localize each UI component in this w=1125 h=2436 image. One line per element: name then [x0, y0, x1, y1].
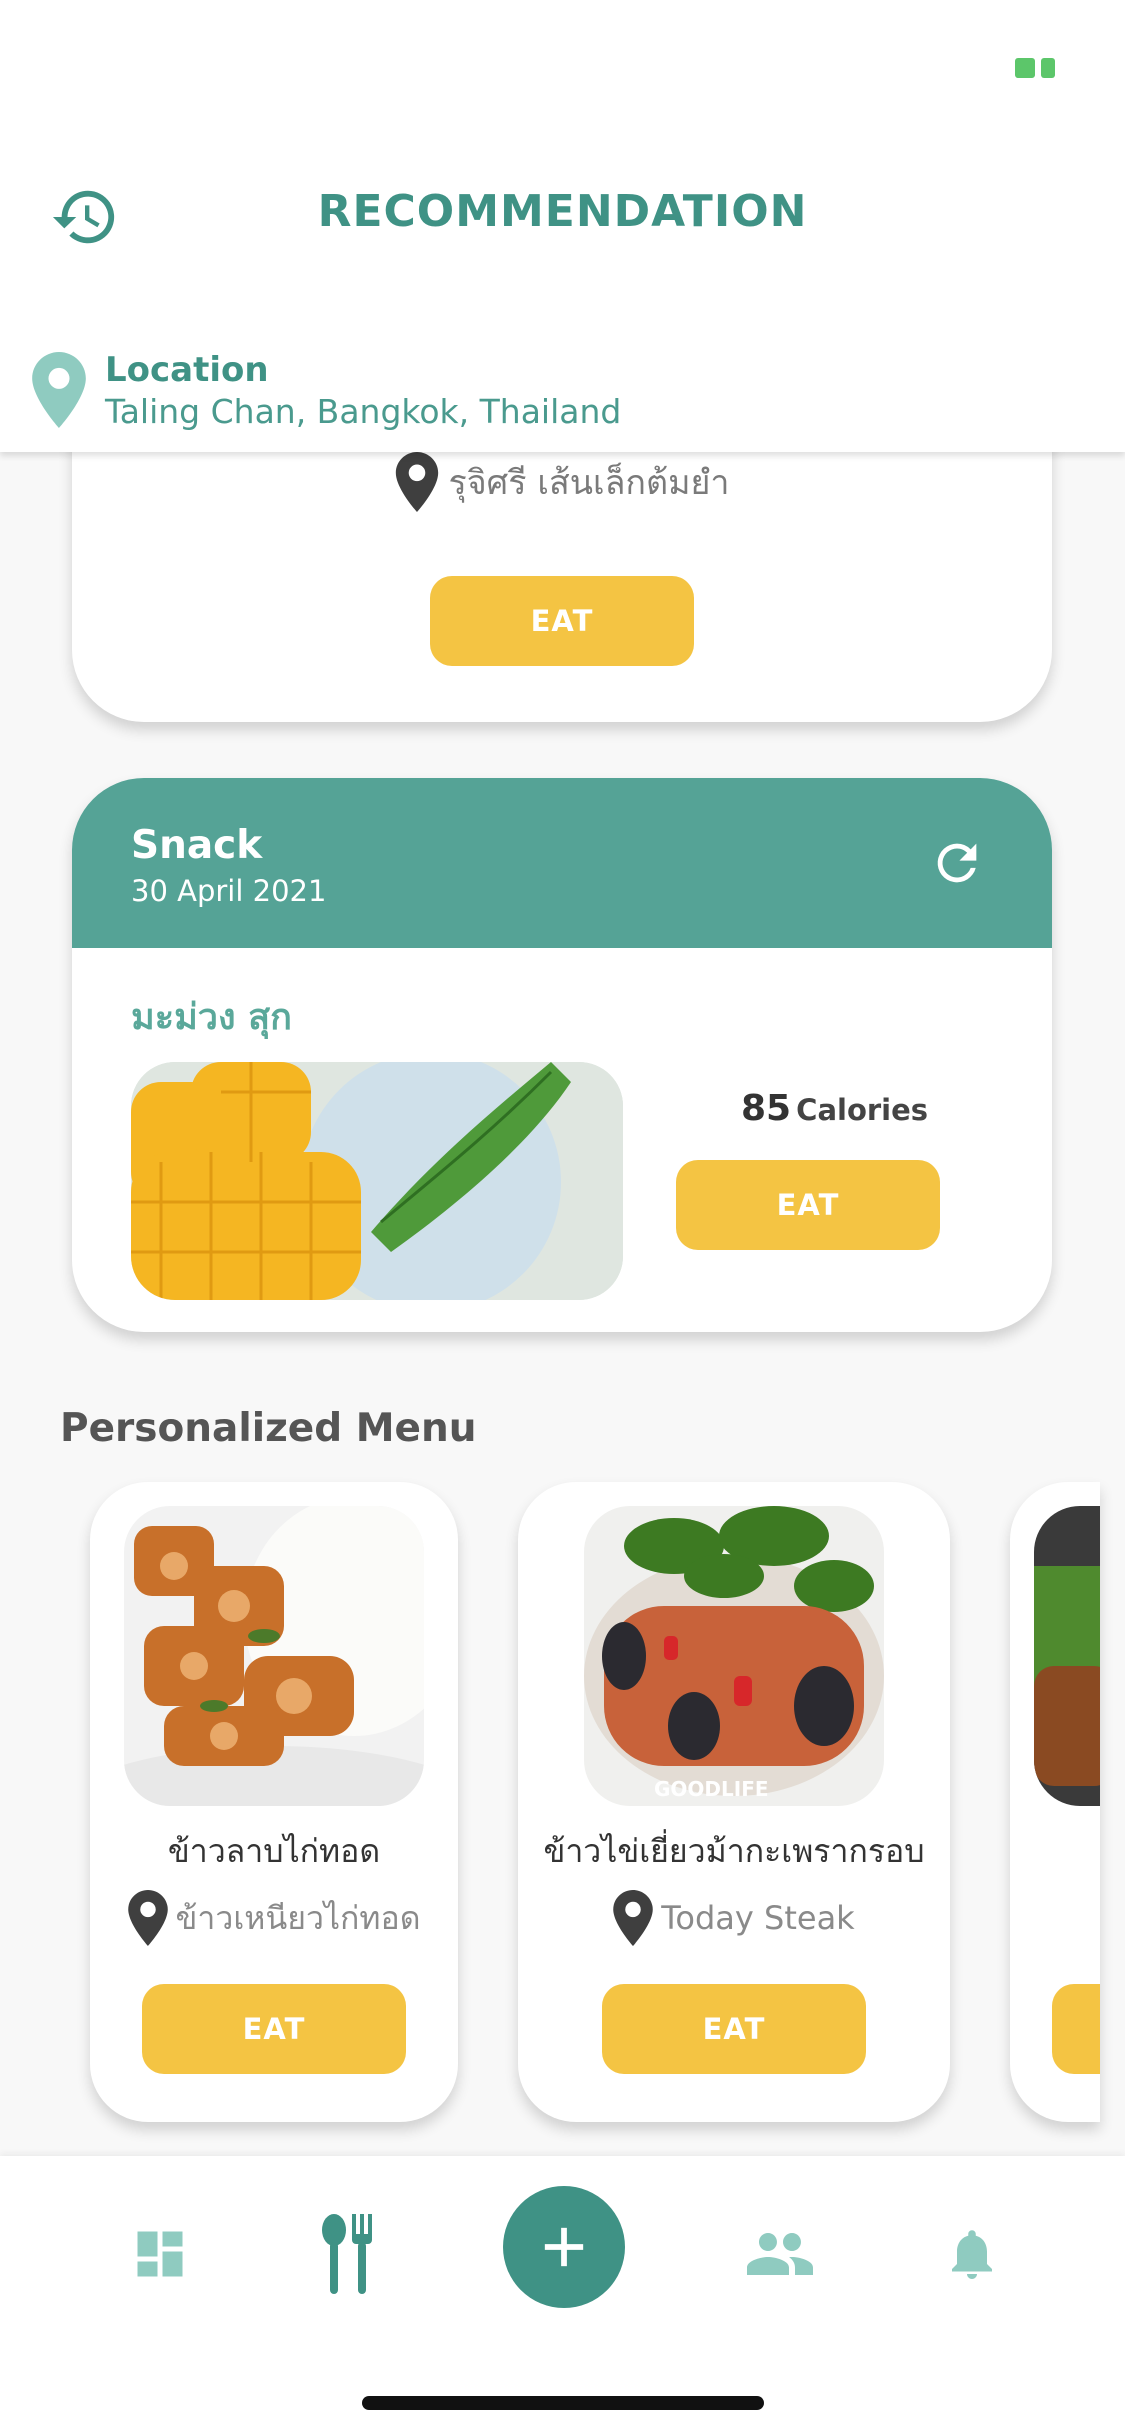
- header: RECOMMENDATION Location Taling Chan, Ban…: [0, 0, 1125, 452]
- section-title: Personalized Menu: [60, 1406, 477, 1451]
- menu-place-name: Today Steak: [661, 1899, 855, 1937]
- food-image: GOODLIFE: [584, 1506, 884, 1806]
- mango-image: [131, 1062, 623, 1300]
- home-indicator: [362, 2396, 764, 2410]
- add-icon: [544, 2227, 584, 2267]
- calories-value: 85: [740, 1088, 792, 1129]
- restaurant-name: รุจิศรี เส้นเล็กต้มยำ: [448, 463, 730, 503]
- calories-display: 85 Calories: [712, 1088, 957, 1129]
- food-image: [1034, 1506, 1100, 1806]
- eat-button[interactable]: EAT: [676, 1160, 940, 1250]
- food-image: [124, 1506, 424, 1806]
- add-button[interactable]: [503, 2186, 625, 2308]
- menu-card[interactable]: GOODLIFE ข้าวไข่เยี่ยวม้ากะเพรากรอบ Toda…: [518, 1482, 950, 2122]
- meal-title: Snack: [131, 823, 263, 868]
- menu-place-row: ข้าวเหนียวไก่ทอด: [90, 1890, 458, 1946]
- menu-card-partial[interactable]: [1010, 1482, 1100, 2122]
- bottom-nav: [0, 2156, 1125, 2436]
- community-icon[interactable]: [738, 2212, 822, 2296]
- eat-button[interactable]: EAT: [602, 1984, 866, 2074]
- battery-icon: [1015, 58, 1061, 80]
- snack-card: Snack 30 April 2021 มะม่วง สุก 85 Calori…: [72, 778, 1052, 1332]
- location-value[interactable]: Taling Chan, Bangkok, Thailand: [105, 392, 621, 431]
- eat-button[interactable]: EAT: [142, 1984, 406, 2074]
- food-icon[interactable]: [310, 2212, 386, 2296]
- restaurant-row: รุจิศรี เส้นเล็กต้มยำ: [72, 452, 1052, 512]
- menu-name: ข้าวไข่เยี่ยวม้ากะเพรากรอบ: [543, 1832, 925, 1870]
- food-name: มะม่วง สุก: [131, 997, 292, 1038]
- location-pin-icon: [395, 452, 439, 512]
- eat-button[interactable]: [1052, 1984, 1100, 2074]
- location-label: Location: [105, 350, 269, 390]
- location-pin-icon: [32, 352, 86, 428]
- bell-icon[interactable]: [940, 2212, 1004, 2296]
- meal-date: 30 April 2021: [131, 874, 327, 908]
- eat-button[interactable]: EAT: [430, 576, 694, 666]
- dashboard-icon[interactable]: [118, 2212, 202, 2296]
- menu-place-name: ข้าวเหนียวไก่ทอด: [175, 1898, 421, 1937]
- menu-card[interactable]: ข้าวลาบไก่ทอด ข้าวเหนียวไก่ทอด EAT: [90, 1482, 458, 2122]
- refresh-icon[interactable]: [928, 834, 986, 892]
- calories-unit: Calories: [796, 1093, 929, 1127]
- menu-name: ข้าวลาบไก่ทอด: [167, 1832, 381, 1870]
- location-pin-icon: [127, 1890, 168, 1946]
- location-pin-icon: [613, 1890, 654, 1946]
- watermark-text: GOODLIFE: [654, 1777, 769, 1801]
- page-title: RECOMMENDATION: [317, 186, 808, 237]
- snack-card-header: Snack 30 April 2021: [72, 778, 1052, 948]
- menu-place-row: Today Steak: [518, 1890, 950, 1946]
